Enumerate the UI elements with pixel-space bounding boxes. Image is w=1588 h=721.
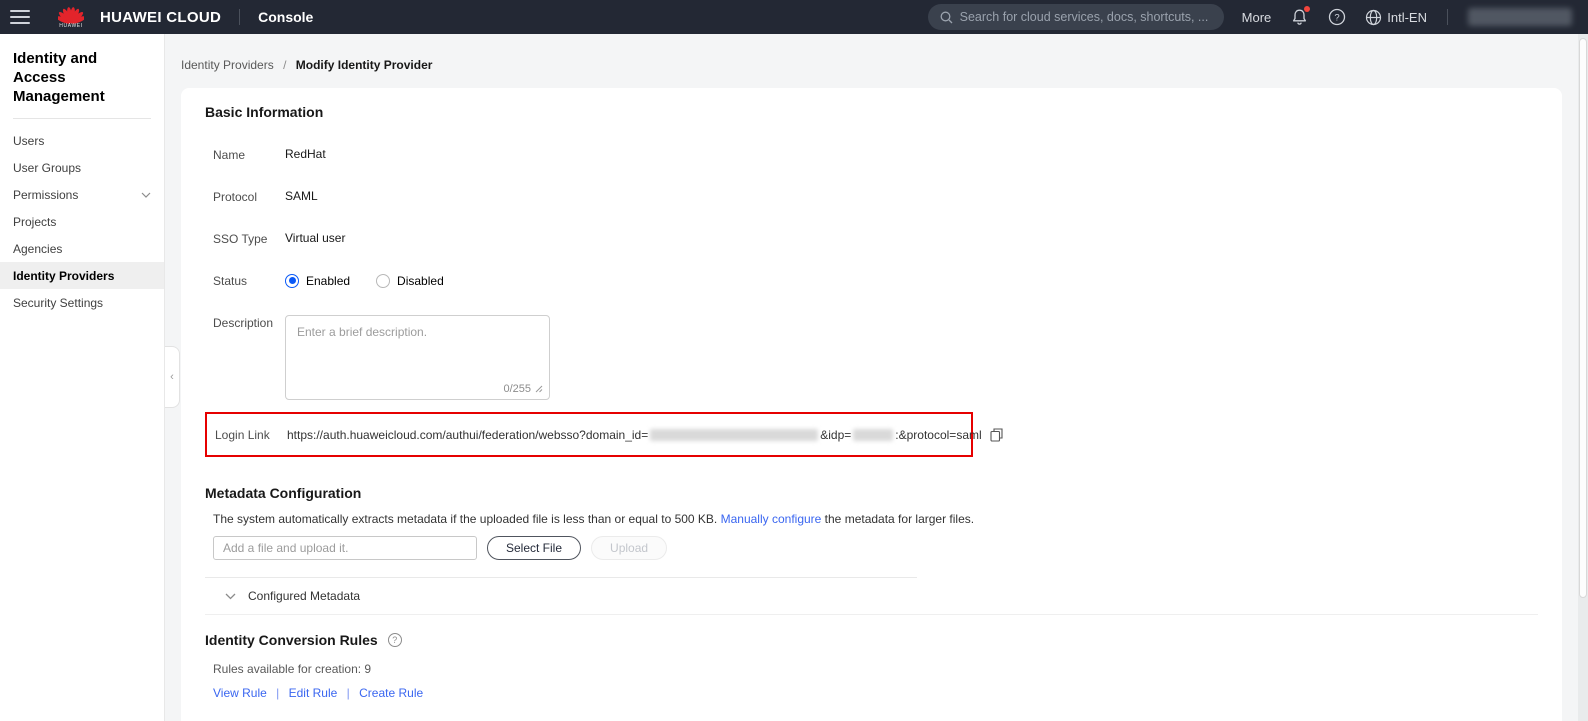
notification-bell-icon[interactable] bbox=[1289, 7, 1309, 27]
top-header: HUAWEI HUAWEI CLOUD Console Search for c… bbox=[0, 0, 1588, 34]
rules-help-icon[interactable]: ? bbox=[388, 633, 402, 647]
sidebar-collapse-toggle[interactable]: ‹ bbox=[165, 346, 180, 408]
language-selector[interactable]: Intl-EN bbox=[1365, 9, 1427, 26]
search-placeholder: Search for cloud services, docs, shortcu… bbox=[960, 10, 1209, 24]
page-scrollbar bbox=[1578, 34, 1588, 721]
huawei-logo[interactable]: HUAWEI bbox=[58, 6, 84, 29]
more-menu[interactable]: More bbox=[1242, 10, 1272, 25]
sso-type-row: SSO Type Virtual user bbox=[205, 231, 1538, 246]
breadcrumb-identity-providers[interactable]: Identity Providers bbox=[181, 58, 274, 72]
metadata-configuration-title: Metadata Configuration bbox=[205, 485, 1538, 501]
description-counter: 0/255 bbox=[503, 383, 531, 395]
configured-metadata-toggle[interactable]: Configured Metadata bbox=[205, 578, 1538, 614]
chevron-down-icon bbox=[225, 593, 236, 600]
notification-badge bbox=[1304, 6, 1310, 12]
breadcrumb: Identity Providers / Modify Identity Pro… bbox=[181, 58, 1562, 72]
huawei-cloud-console: HUAWEI HUAWEI CLOUD Console Search for c… bbox=[0, 0, 1588, 721]
idp-redacted bbox=[853, 429, 893, 441]
huawei-logo-text: HUAWEI bbox=[59, 23, 82, 29]
brand-title[interactable]: HUAWEI CLOUD bbox=[100, 9, 221, 26]
sidebar-item-agencies[interactable]: Agencies bbox=[0, 235, 164, 262]
status-disabled-label: Disabled bbox=[397, 274, 444, 288]
upload-button[interactable]: Upload bbox=[591, 536, 667, 560]
protocol-label: Protocol bbox=[213, 189, 285, 204]
name-row: Name RedHat bbox=[205, 147, 1538, 162]
globe-icon bbox=[1365, 9, 1382, 26]
svg-text:?: ? bbox=[1335, 12, 1340, 23]
status-enabled-label: Enabled bbox=[306, 274, 350, 288]
metadata-file-input[interactable] bbox=[213, 536, 477, 560]
locale-label: Intl-EN bbox=[1387, 10, 1427, 25]
sidebar-item-users[interactable]: Users bbox=[0, 127, 164, 154]
help-icon[interactable]: ? bbox=[1327, 7, 1347, 27]
sidebar-item-identity-providers[interactable]: Identity Providers bbox=[0, 262, 164, 289]
protocol-value: SAML bbox=[285, 189, 318, 204]
sidebar-item-permissions[interactable]: Permissions bbox=[0, 181, 164, 208]
select-file-button[interactable]: Select File bbox=[487, 536, 581, 560]
search-icon bbox=[940, 11, 953, 24]
rules-links: View Rule | Edit Rule | Create Rule bbox=[205, 686, 1538, 700]
create-rule-link[interactable]: Create Rule bbox=[359, 686, 423, 700]
status-enabled-radio[interactable]: Enabled bbox=[285, 274, 350, 288]
sidebar: Identity and Access Management Users Use… bbox=[0, 34, 165, 721]
radio-selected-icon bbox=[285, 274, 299, 288]
sidebar-title: Identity and Access Management bbox=[0, 34, 164, 118]
domain-id-redacted bbox=[650, 429, 818, 441]
login-link-highlight-box: Login Link https://auth.huaweicloud.com/… bbox=[205, 412, 973, 457]
description-row: Description 0/255 bbox=[205, 315, 1538, 400]
header-divider bbox=[239, 9, 240, 25]
header-divider bbox=[1447, 9, 1448, 25]
textarea-resize-icon[interactable] bbox=[535, 385, 543, 393]
protocol-row: Protocol SAML bbox=[205, 189, 1538, 204]
login-link-url: https://auth.huaweicloud.com/authui/fede… bbox=[287, 428, 1003, 442]
basic-information-title: Basic Information bbox=[205, 104, 1538, 120]
hamburger-menu-icon[interactable] bbox=[10, 10, 30, 24]
sso-type-label: SSO Type bbox=[213, 231, 285, 246]
copy-icon[interactable] bbox=[990, 428, 1003, 442]
scrollbar-thumb[interactable] bbox=[1579, 38, 1587, 598]
login-link-label: Login Link bbox=[215, 428, 287, 442]
console-link[interactable]: Console bbox=[258, 9, 313, 25]
sidebar-item-security-settings[interactable]: Security Settings bbox=[0, 289, 164, 316]
identity-conversion-rules-title: Identity Conversion Rules bbox=[205, 632, 378, 648]
breadcrumb-current: Modify Identity Provider bbox=[296, 58, 433, 72]
name-value: RedHat bbox=[285, 147, 326, 162]
radio-unselected-icon bbox=[376, 274, 390, 288]
metadata-upload-row: Select File Upload bbox=[205, 536, 1538, 560]
account-name-redacted[interactable] bbox=[1468, 8, 1572, 26]
description-label: Description bbox=[213, 315, 285, 400]
description-box: 0/255 bbox=[285, 315, 550, 400]
status-disabled-radio[interactable]: Disabled bbox=[376, 274, 444, 288]
view-rule-link[interactable]: View Rule bbox=[213, 686, 267, 700]
global-search-input[interactable]: Search for cloud services, docs, shortcu… bbox=[928, 4, 1224, 30]
metadata-hint: The system automatically extracts metada… bbox=[205, 512, 1538, 526]
breadcrumb-separator: / bbox=[283, 58, 286, 72]
chevron-down-icon bbox=[141, 192, 151, 198]
edit-rule-link[interactable]: Edit Rule bbox=[289, 686, 338, 700]
main-content: Identity Providers / Modify Identity Pro… bbox=[165, 34, 1588, 721]
sidebar-item-projects[interactable]: Projects bbox=[0, 208, 164, 235]
status-label: Status bbox=[213, 273, 285, 288]
modify-identity-provider-card: Basic Information Name RedHat Protocol S… bbox=[181, 88, 1562, 721]
sidebar-item-user-groups[interactable]: User Groups bbox=[0, 154, 164, 181]
sso-type-value: Virtual user bbox=[285, 231, 345, 246]
status-row: Status Enabled Disabled bbox=[205, 273, 1538, 288]
configured-metadata-label: Configured Metadata bbox=[248, 589, 360, 603]
metadata-divider-bottom bbox=[205, 614, 1538, 615]
name-label: Name bbox=[213, 147, 285, 162]
rules-available-text: Rules available for creation: 9 bbox=[205, 662, 1538, 676]
manually-configure-link[interactable]: Manually configure bbox=[721, 512, 822, 526]
huawei-flower-icon bbox=[58, 6, 84, 24]
sidebar-separator bbox=[13, 118, 151, 119]
